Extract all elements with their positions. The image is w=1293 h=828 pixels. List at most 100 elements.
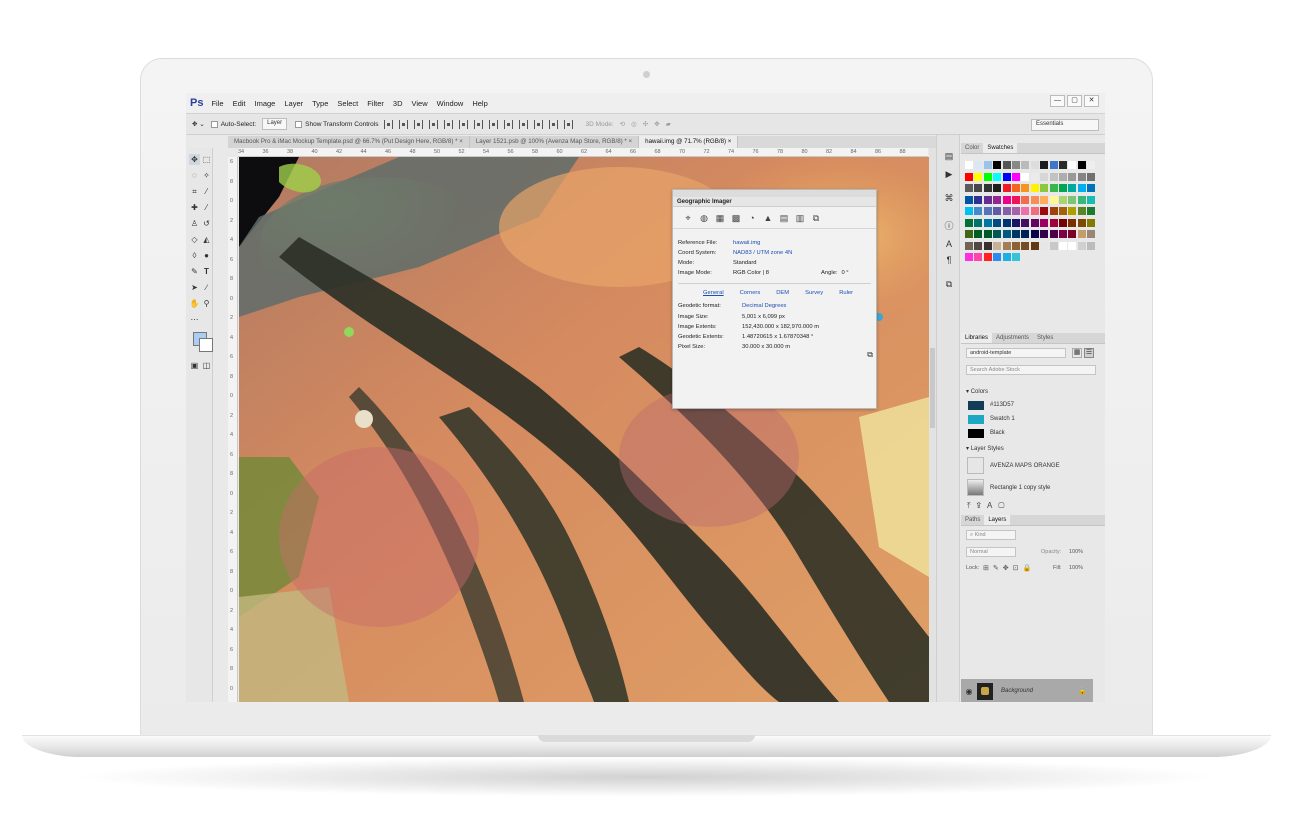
layer-row-background[interactable]: ◉ Background 🔒 — [961, 679, 1093, 702]
terrain-icon[interactable]: ▲ — [763, 213, 773, 223]
more-tools-icon[interactable]: ⋯ — [189, 314, 200, 325]
screen-mode-icon[interactable]: ◫ — [201, 360, 212, 371]
color-swatch[interactable] — [965, 207, 973, 215]
history-brush-icon[interactable]: ↺ — [201, 218, 212, 229]
color-swatch[interactable] — [1012, 161, 1020, 169]
color-swatch[interactable] — [983, 195, 992, 204]
marquee-tool-icon[interactable]: ⬚ — [201, 154, 212, 165]
color-swatch[interactable] — [1030, 161, 1039, 169]
menu-edit[interactable]: Edit — [233, 99, 246, 108]
color-swatch[interactable] — [1012, 230, 1020, 238]
color-swatch[interactable] — [993, 253, 1002, 261]
layer-styles-header[interactable]: ▾ Layer Styles — [966, 445, 1004, 452]
color-swatch[interactable] — [1049, 172, 1058, 181]
background-color-swatch[interactable] — [199, 338, 213, 352]
color-swatch[interactable] — [1077, 230, 1086, 238]
color-swatch[interactable] — [1049, 218, 1058, 227]
auto-align-icon[interactable] — [564, 119, 574, 129]
color-swatch[interactable] — [1012, 207, 1020, 215]
color-swatch[interactable] — [1059, 184, 1067, 192]
color-swatch[interactable] — [965, 230, 973, 238]
library-color-2[interactable]: Black — [968, 428, 1005, 438]
color-swatch[interactable] — [993, 161, 1002, 169]
3d-orbit-icon[interactable]: ⟲ — [620, 120, 625, 128]
color-swatch[interactable] — [1012, 195, 1020, 204]
kind-filter-dropdown[interactable]: ⌕ Kind — [966, 530, 1016, 540]
color-swatch[interactable] — [1040, 207, 1049, 215]
zoom-tool-icon[interactable]: ⚲ — [201, 298, 212, 309]
color-swatch[interactable] — [1077, 207, 1086, 215]
menu-3d[interactable]: 3D — [393, 99, 403, 108]
actions-panel-icon[interactable]: ▶ — [943, 169, 955, 181]
color-swatch[interactable] — [1049, 207, 1058, 215]
library-color-0[interactable]: #113D57 — [968, 400, 1014, 410]
color-swatch[interactable] — [1021, 241, 1030, 250]
fill-value[interactable]: 100% — [1069, 565, 1083, 571]
color-swatch[interactable] — [1012, 172, 1020, 181]
tab-color[interactable]: Color — [961, 143, 983, 153]
color-swatch[interactable] — [1087, 241, 1096, 250]
color-swatch[interactable] — [965, 218, 973, 227]
menu-file[interactable]: File — [211, 99, 223, 108]
close-button[interactable]: ✕ — [1084, 95, 1099, 107]
coord-system-value[interactable]: NAD83 / UTM zone 4N — [733, 250, 792, 258]
colors-section-header[interactable]: ▾ Colors — [966, 388, 988, 395]
color-swatch[interactable] — [1021, 161, 1030, 169]
color-swatch[interactable] — [1030, 230, 1039, 238]
magic-wand-icon[interactable]: ✧ — [201, 170, 212, 181]
color-swatch[interactable] — [1049, 241, 1058, 250]
color-swatch[interactable] — [1012, 241, 1020, 250]
color-swatch[interactable] — [1077, 195, 1086, 204]
paragraph-panel-icon[interactable]: ¶ — [943, 255, 955, 267]
color-swatch[interactable] — [1030, 172, 1039, 181]
canvas-vertical-scrollbar[interactable] — [929, 148, 936, 702]
color-swatch[interactable] — [974, 218, 983, 227]
tab-mockup-template[interactable]: Macbook Pro & iMac Mockup Template.psd @… — [228, 136, 470, 148]
color-swatch[interactable] — [1040, 161, 1049, 169]
color-swatch[interactable] — [1068, 184, 1077, 192]
menu-window[interactable]: Window — [437, 99, 464, 108]
color-swatch[interactable] — [965, 195, 973, 204]
align-left-icon[interactable] — [429, 119, 439, 129]
history-panel-icon[interactable]: ▤ — [943, 151, 955, 163]
library-footer-icons[interactable]: ⤒⇪A▢ — [967, 501, 1010, 511]
color-swatch[interactable] — [974, 207, 983, 215]
library-style-0[interactable]: AVENZA MAPS ORANGE — [967, 456, 1092, 475]
color-swatch[interactable] — [1040, 195, 1049, 204]
color-swatch[interactable] — [1002, 184, 1011, 192]
color-swatch[interactable] — [1068, 230, 1077, 238]
color-swatch[interactable] — [1021, 230, 1030, 238]
color-swatch[interactable] — [974, 253, 983, 261]
color-swatch[interactable] — [1012, 184, 1020, 192]
clone-source-icon[interactable]: ⧉ — [943, 279, 955, 291]
library-style-1[interactable]: Rectangle 1 copy style — [967, 478, 1092, 497]
auto-select-checkbox[interactable] — [210, 120, 218, 128]
move-tool-icon[interactable]: ✥ — [189, 154, 200, 165]
color-swatch[interactable] — [983, 230, 992, 238]
color-swatch[interactable] — [1059, 207, 1067, 215]
color-swatch[interactable] — [1087, 195, 1096, 204]
show-transform-checkbox[interactable] — [295, 120, 303, 128]
color-swatch[interactable] — [983, 218, 992, 227]
color-swatch[interactable] — [1002, 161, 1011, 169]
color-swatch[interactable] — [1040, 230, 1049, 238]
menu-layer[interactable]: Layer — [284, 99, 303, 108]
color-swatch[interactable] — [983, 184, 992, 192]
color-swatch[interactable] — [1040, 172, 1049, 181]
color-swatch[interactable] — [1068, 172, 1077, 181]
distribute-right-icon[interactable] — [549, 119, 559, 129]
3d-slide-icon[interactable]: ✥ — [654, 120, 659, 128]
library-color-1[interactable]: Swatch 1 — [968, 414, 1015, 424]
tab-hawaii[interactable]: hawaii.img @ 71.7% (RGB/8) × — [639, 136, 739, 148]
minimize-button[interactable]: — — [1050, 95, 1065, 107]
color-swatch[interactable] — [1049, 230, 1058, 238]
color-swatch[interactable] — [1068, 207, 1077, 215]
tab-paths[interactable]: Paths — [961, 515, 984, 525]
distribute-left-icon[interactable] — [519, 119, 529, 129]
color-swatch[interactable] — [1049, 184, 1058, 192]
subtab-dem[interactable]: DEM — [776, 290, 789, 296]
color-swatch[interactable] — [1002, 230, 1011, 238]
color-swatch[interactable] — [1087, 172, 1096, 181]
crop-tool-icon[interactable]: ⌗ — [189, 186, 200, 197]
color-swatch[interactable] — [993, 241, 1002, 250]
